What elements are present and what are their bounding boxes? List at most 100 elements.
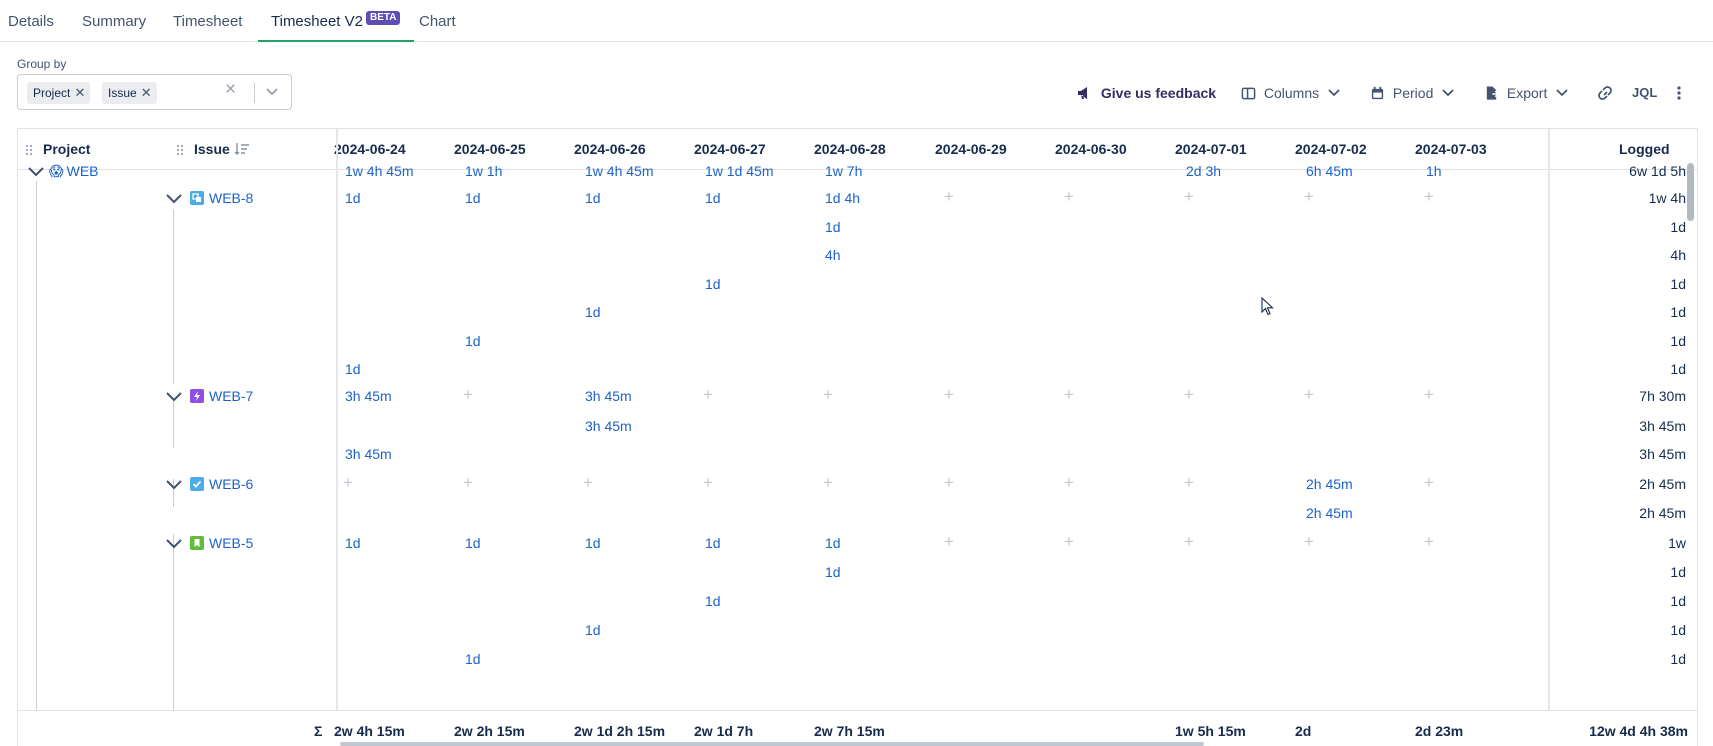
chevron-down-icon[interactable]	[265, 87, 279, 97]
worklog-cell[interactable]: 3h 45m	[345, 445, 392, 463]
add-worklog-icon[interactable]: +	[1184, 533, 1194, 551]
chevron-down-icon[interactable]	[165, 478, 183, 494]
add-worklog-icon[interactable]: +	[944, 188, 954, 206]
add-worklog-icon[interactable]: +	[944, 533, 954, 551]
worklog-cell[interactable]: 1h	[1426, 162, 1442, 180]
worklog-cell[interactable]: 3h 45m	[585, 387, 632, 405]
add-worklog-icon[interactable]: +	[1064, 386, 1074, 404]
columns-button[interactable]: Columns	[1241, 83, 1341, 103]
logged-total: 7h 30m	[1639, 388, 1686, 404]
clear-icon[interactable]: ×	[225, 79, 236, 101]
group-chip-issue: Issue ✕	[102, 82, 157, 104]
chevron-down-icon[interactable]	[165, 537, 183, 553]
logged-total: 1w	[1668, 535, 1686, 551]
drag-handle-icon[interactable]	[176, 144, 184, 156]
add-worklog-icon[interactable]: +	[1304, 188, 1314, 206]
worklog-cell[interactable]: 2h 45m	[1306, 475, 1353, 493]
worklog-cell[interactable]: 1w 7h	[825, 162, 862, 180]
add-worklog-icon[interactable]: +	[1424, 533, 1434, 551]
add-worklog-icon[interactable]: +	[1064, 533, 1074, 551]
add-worklog-icon[interactable]: +	[1424, 188, 1434, 206]
worklog-cell[interactable]: 1d	[825, 534, 841, 552]
add-worklog-icon[interactable]: +	[583, 474, 593, 492]
issue-link-web-5[interactable]: WEB-5	[190, 534, 253, 552]
col-header-date[interactable]: 2024-06-29	[935, 129, 1007, 170]
add-worklog-icon[interactable]: +	[1424, 386, 1434, 404]
copy-link-button[interactable]	[1596, 83, 1614, 103]
more-options-button[interactable]	[1676, 83, 1682, 103]
worklog-cell[interactable]: 6h 45m	[1306, 162, 1353, 180]
add-worklog-icon[interactable]: +	[1064, 474, 1074, 492]
chevron-down-icon[interactable]	[27, 165, 45, 181]
drag-handle-icon[interactable]	[25, 144, 33, 156]
col-header-date[interactable]: 2024-06-30	[1055, 129, 1127, 170]
issue-link-web-8[interactable]: WEB-8	[190, 189, 253, 207]
vertical-scrollbar[interactable]	[1687, 163, 1694, 221]
tab-details[interactable]: Details	[8, 0, 54, 42]
tab-chart[interactable]: Chart	[419, 0, 456, 42]
worklog-cell[interactable]: 1d	[585, 303, 601, 321]
horizontal-scrollbar[interactable]	[340, 742, 1204, 746]
add-worklog-icon[interactable]: +	[703, 386, 713, 404]
tab-summary[interactable]: Summary	[82, 0, 146, 42]
group-by-select[interactable]: Project ✕ Issue ✕ ×	[17, 74, 292, 110]
add-worklog-icon[interactable]: +	[1184, 386, 1194, 404]
add-worklog-icon[interactable]: +	[1424, 474, 1434, 492]
worklog-cell[interactable]: 3h 45m	[345, 387, 392, 405]
add-worklog-icon[interactable]: +	[343, 474, 353, 492]
worklog-cell[interactable]: 1d	[465, 650, 481, 668]
add-worklog-icon[interactable]: +	[823, 474, 833, 492]
add-worklog-icon[interactable]: +	[1064, 188, 1074, 206]
worklog-cell[interactable]: 1d	[705, 189, 721, 207]
remove-chip-icon[interactable]: ✕	[141, 82, 152, 104]
worklog-cell[interactable]: 1w 1h	[465, 162, 502, 180]
sort-icon[interactable]	[234, 142, 250, 156]
remove-chip-icon[interactable]: ✕	[74, 82, 85, 104]
chevron-down-icon[interactable]	[165, 390, 183, 406]
worklog-cell[interactable]: 1d	[465, 332, 481, 350]
period-button[interactable]: Period	[1370, 83, 1455, 103]
export-button[interactable]: Export	[1484, 83, 1569, 103]
worklog-cell[interactable]: 2d 3h	[1186, 162, 1221, 180]
add-worklog-icon[interactable]: +	[944, 386, 954, 404]
tab-timesheet-v2[interactable]: Timesheet V2 BETA	[258, 0, 415, 42]
worklog-cell[interactable]: 1d	[585, 621, 601, 639]
add-worklog-icon[interactable]: +	[463, 474, 473, 492]
tab-timesheet[interactable]: Timesheet	[173, 0, 242, 42]
worklog-cell[interactable]: 1d	[345, 189, 361, 207]
add-worklog-icon[interactable]: +	[1304, 533, 1314, 551]
worklog-cell[interactable]: 1d	[345, 534, 361, 552]
worklog-cell[interactable]: 1d	[705, 534, 721, 552]
add-worklog-icon[interactable]: +	[1184, 188, 1194, 206]
jql-button[interactable]: JQL	[1632, 83, 1657, 103]
worklog-cell[interactable]: 1d	[825, 218, 841, 236]
worklog-cell[interactable]: 1w 4h 45m	[585, 162, 653, 180]
worklog-cell[interactable]: 1d	[585, 534, 601, 552]
worklog-cell[interactable]: 1d	[465, 189, 481, 207]
worklog-cell[interactable]: 1d 4h	[825, 189, 860, 207]
feedback-button[interactable]: Give us feedback	[1076, 83, 1216, 103]
worklog-cell[interactable]: 1w 4h 45m	[345, 162, 413, 180]
issue-link-web-6[interactable]: WEB-6	[190, 475, 253, 493]
worklog-cell[interactable]: 4h	[825, 246, 841, 264]
add-worklog-icon[interactable]: +	[463, 386, 473, 404]
add-worklog-icon[interactable]: +	[1184, 474, 1194, 492]
add-worklog-icon[interactable]: +	[703, 474, 713, 492]
worklog-cell[interactable]: 1d	[465, 534, 481, 552]
worklog-cell[interactable]: 1d	[705, 592, 721, 610]
worklog-cell[interactable]: 1d	[705, 275, 721, 293]
worklog-cell[interactable]: 1d	[585, 189, 601, 207]
worklog-cell[interactable]: 1w 1d 45m	[705, 162, 773, 180]
chevron-down-icon[interactable]	[165, 192, 183, 208]
column-total: 2w 1d 2h 15m	[574, 723, 666, 739]
project-link-web[interactable]: 😱 WEB	[49, 162, 99, 180]
worklog-cell[interactable]: 3h 45m	[585, 417, 632, 435]
add-worklog-icon[interactable]: +	[1304, 386, 1314, 404]
worklog-cell[interactable]: 2h 45m	[1306, 504, 1353, 522]
worklog-cell[interactable]: 1d	[825, 563, 841, 581]
add-worklog-icon[interactable]: +	[944, 474, 954, 492]
worklog-cell[interactable]: 1d	[345, 360, 361, 378]
issue-link-web-7[interactable]: WEB-7	[190, 387, 253, 405]
add-worklog-icon[interactable]: +	[823, 386, 833, 404]
col-header-issue[interactable]: Issue	[194, 129, 230, 170]
